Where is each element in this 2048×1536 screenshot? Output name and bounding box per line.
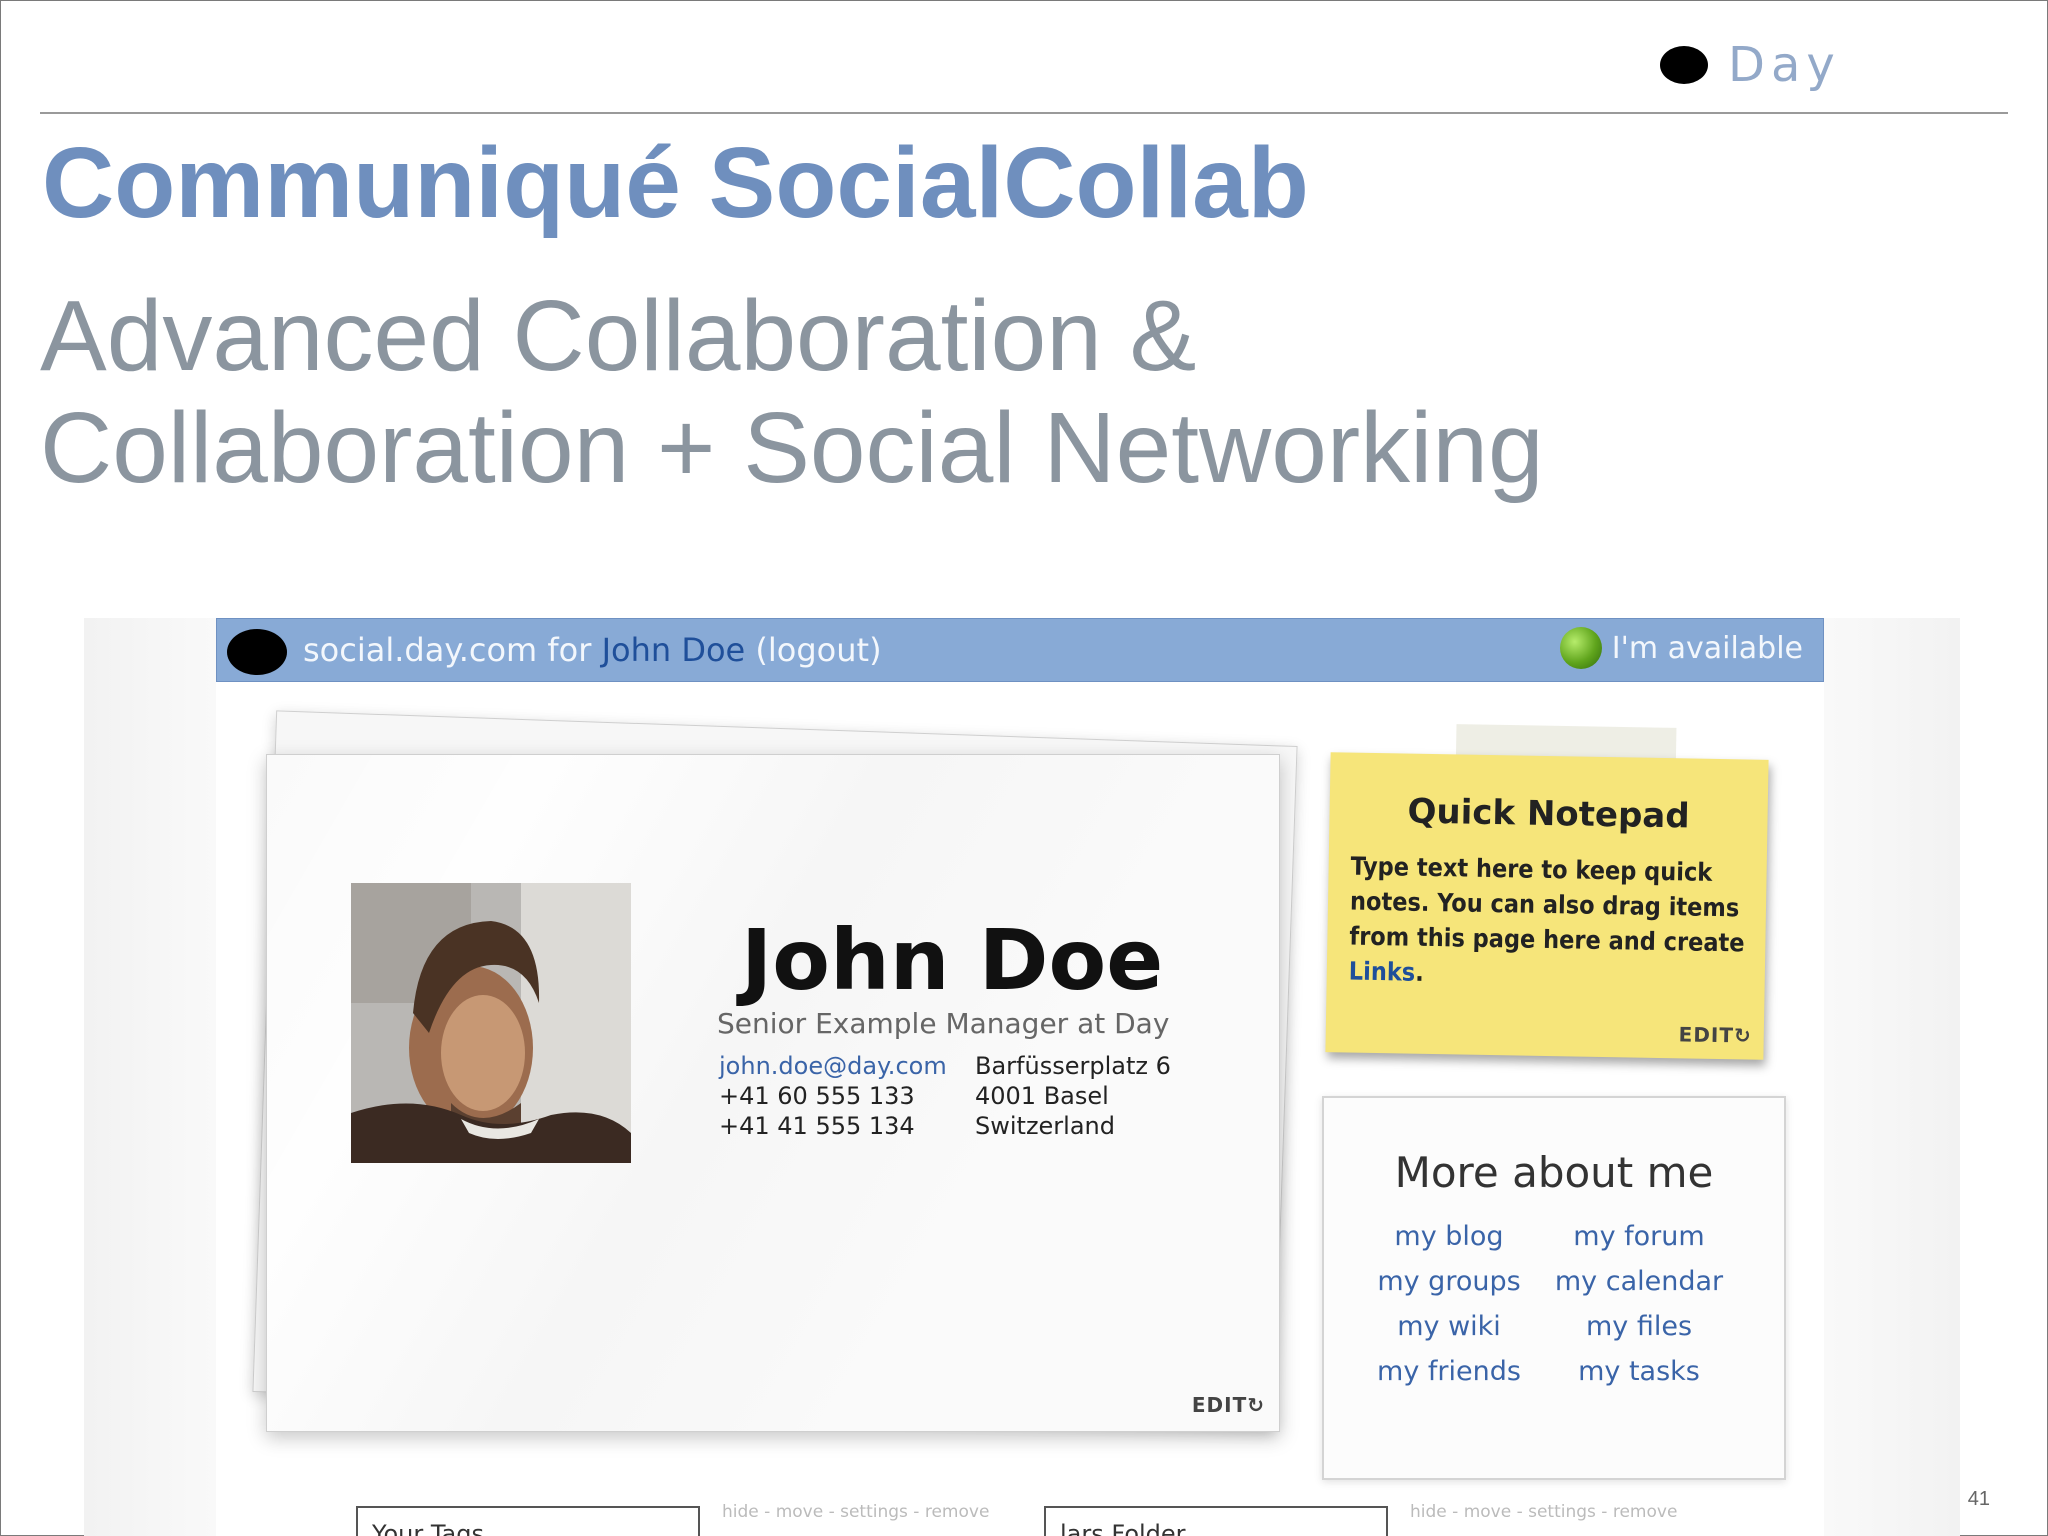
link-my-calendar[interactable]: my calendar	[1554, 1265, 1724, 1298]
widget-your-tags[interactable]: Your Tags	[356, 1506, 700, 1536]
widget-title: lars Folder	[1060, 1520, 1186, 1536]
header-divider	[40, 112, 2008, 114]
notepad-text[interactable]: Type text here to keep quick notes. You …	[1349, 849, 1751, 996]
site-label: social.day.com for	[303, 631, 602, 669]
profile-name: John Doe	[741, 911, 1164, 1009]
app-header-bar: social.day.com for John Doe (logout) I'm…	[216, 618, 1824, 682]
subtitle-line-1: Advanced Collaboration &	[40, 280, 1197, 392]
status-label: I'm available	[1611, 630, 1803, 666]
widget-lars-folder[interactable]: lars Folder	[1044, 1506, 1388, 1536]
profile-phone-1: +41 60 555 133	[719, 1082, 915, 1110]
profile-edit-button[interactable]: EDIT↻	[1192, 1393, 1265, 1417]
widget-toolbar[interactable]: hide - move - settings - remove	[722, 1502, 989, 1522]
subtitle-line-2: Collaboration + Social Networking	[40, 392, 1544, 504]
user-name-link[interactable]: John Doe	[602, 631, 746, 669]
widget-title: Your Tags	[372, 1520, 484, 1536]
more-about-me-links: my blog my forum my groups my calendar m…	[1364, 1220, 1744, 1388]
notepad-links-link[interactable]: Links	[1349, 957, 1416, 987]
day-logo: Day	[1660, 37, 1841, 93]
avatar	[351, 883, 631, 1163]
link-my-tasks[interactable]: my tasks	[1554, 1355, 1724, 1388]
link-my-groups[interactable]: my groups	[1364, 1265, 1534, 1298]
profile-city: 4001 Basel	[975, 1082, 1109, 1110]
quick-notepad[interactable]: Quick Notepad Type text here to keep qui…	[1325, 752, 1769, 1060]
profile-phone-2: +41 41 555 134	[719, 1112, 915, 1140]
notepad-title: Quick Notepad	[1407, 791, 1690, 837]
notepad-body-end: .	[1414, 957, 1425, 987]
page-number: 41	[1967, 1488, 1990, 1510]
profile-country: Switzerland	[975, 1112, 1115, 1140]
profile-street: Barfüsserplatz 6	[975, 1052, 1171, 1080]
notepad-body-text: Type text here to keep quick notes. You …	[1349, 851, 1745, 958]
app-window: social.day.com for John Doe (logout) I'm…	[216, 618, 1824, 1536]
day-logo-mark	[1660, 46, 1708, 84]
profile-card: John Doe Senior Example Manager at Day j…	[266, 754, 1280, 1432]
slide-subtitle: Advanced Collaboration & Collaboration +…	[40, 280, 1544, 504]
avatar-photo	[351, 883, 631, 1163]
more-about-me-title: More about me	[1394, 1148, 1714, 1197]
link-my-forum[interactable]: my forum	[1554, 1220, 1724, 1253]
more-about-me-panel: More about me my blog my forum my groups…	[1322, 1096, 1786, 1480]
app-header-text: social.day.com for John Doe (logout)	[303, 631, 882, 669]
profile-email-link[interactable]: john.doe@day.com	[719, 1051, 947, 1081]
app-screenshot: social.day.com for John Doe (logout) I'm…	[84, 618, 1960, 1536]
edit-arrow-icon: ↻	[1733, 1023, 1752, 1048]
day-logo-text: Day	[1728, 37, 1841, 93]
profile-address: Barfüsserplatz 6 4001 Basel Switzerland	[975, 1051, 1171, 1141]
profile-role: Senior Example Manager at Day	[717, 1007, 1170, 1040]
link-my-blog[interactable]: my blog	[1364, 1220, 1534, 1253]
notepad-edit-button[interactable]: EDIT↻	[1678, 1022, 1752, 1047]
profile-edit-label: EDIT	[1191, 1393, 1248, 1417]
slide-title: Communiqué SocialCollab	[42, 127, 1309, 239]
link-my-wiki[interactable]: my wiki	[1364, 1310, 1534, 1343]
availability-status[interactable]: I'm available	[1559, 627, 1803, 669]
logout-link[interactable]: (logout)	[745, 631, 881, 669]
widget-toolbar[interactable]: hide - move - settings - remove	[1410, 1502, 1677, 1522]
link-my-files[interactable]: my files	[1554, 1310, 1724, 1343]
link-my-friends[interactable]: my friends	[1364, 1355, 1534, 1388]
status-green-icon	[1559, 627, 1602, 669]
edit-arrow-icon: ↻	[1247, 1393, 1265, 1417]
app-logo-icon	[227, 629, 287, 675]
profile-contacts: john.doe@day.com +41 60 555 133 +41 41 5…	[719, 1051, 947, 1141]
notepad-edit-label: EDIT	[1678, 1022, 1735, 1048]
